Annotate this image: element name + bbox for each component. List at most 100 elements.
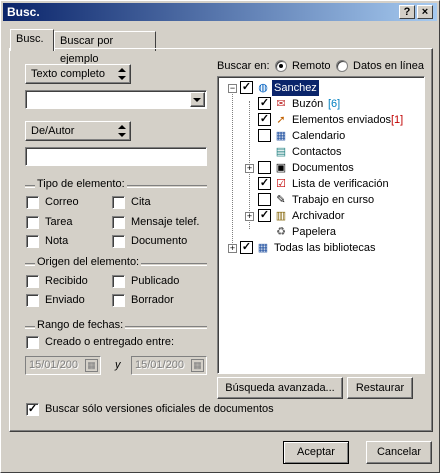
tree-item-mailbox[interactable]: ✓ ✉ Buzón [6] [218, 96, 422, 112]
text-input-dropdown-button[interactable] [190, 92, 205, 107]
tree-item-checklist[interactable]: ✓ ☑ Lista de verificación [218, 176, 422, 192]
checkbox-document[interactable] [112, 235, 125, 248]
checkbox-phone-message-label: Mensaje telef. [131, 216, 200, 228]
tree-item-sanchez[interactable]: − ✓ ◍ Sanchez [218, 80, 422, 96]
tree-item-label: Contactos [292, 146, 342, 158]
expand-icon[interactable]: + [245, 164, 254, 173]
globe-icon: ◍ [258, 82, 268, 94]
contacts-icon: ▤ [275, 146, 287, 158]
tree-item-label: Todas las bibliotecas [274, 242, 376, 254]
tree-item-contacts[interactable]: ▤ Contactos [218, 144, 422, 160]
tree-item-trash[interactable]: ♻ Papelera [218, 224, 422, 240]
unread-count: [6] [328, 98, 341, 110]
title-bar: Busc. ? × [3, 3, 437, 21]
folder-tree[interactable]: − ✓ ◍ Sanchez ✓ ✉ Buzón [6] ✓ ➚ Elemento… [217, 76, 425, 374]
checkbox-published[interactable] [112, 275, 125, 288]
tree-checkbox[interactable] [258, 129, 271, 142]
checkbox-note[interactable] [26, 235, 39, 248]
spin-down-icon [118, 76, 126, 80]
field-dropdown-value: Texto completo [31, 68, 105, 80]
radio-remote[interactable] [275, 60, 287, 72]
calendar-icon: ▦ [275, 130, 287, 142]
search-in-label: Buscar en: [217, 60, 270, 72]
cabinet-icon: ▥ [275, 210, 287, 222]
tree-item-label: Trabajo en curso [292, 194, 375, 206]
checkbox-task-label: Tarea [45, 216, 73, 228]
checkbox-draft-label: Borrador [131, 294, 174, 306]
restore-button[interactable]: Restaurar [347, 377, 413, 399]
tree-item-label: Documentos [292, 162, 354, 174]
cancel-button[interactable]: Cancelar [366, 441, 432, 464]
tree-item-label: Buzón [292, 98, 324, 110]
checkbox-received[interactable] [26, 275, 39, 288]
unread-count: [1] [391, 114, 404, 126]
tree-checkbox[interactable]: ✓ [258, 177, 271, 190]
checkbox-mail-label: Correo [45, 196, 79, 208]
calendar-picker-icon[interactable]: ▦ [85, 359, 98, 372]
checkbox-document-label: Documento [131, 235, 188, 247]
tree-item-label: Archivador [292, 210, 345, 222]
tree-checkbox[interactable]: ✓ [240, 81, 253, 94]
author-input[interactable] [25, 147, 207, 166]
to-date-value: 15/01/200 [135, 359, 184, 371]
from-date-value: 15/01/200 [29, 359, 78, 371]
radio-online-data[interactable] [336, 60, 348, 72]
work-in-progress-icon: ✎ [276, 194, 286, 206]
expand-icon[interactable]: + [245, 212, 254, 221]
tab-search[interactable]: Busc. [10, 29, 54, 51]
help-button[interactable]: ? [399, 5, 415, 19]
checkbox-official-versions[interactable]: ✓ [26, 403, 39, 416]
expand-icon[interactable]: + [228, 244, 237, 253]
close-button[interactable]: × [417, 5, 433, 19]
checkbox-created-between[interactable] [26, 336, 39, 349]
field-dropdown[interactable]: Texto completo [25, 64, 131, 84]
tree-item-label: Lista de verificación [292, 178, 389, 190]
tree-checkbox[interactable]: ✓ [258, 209, 271, 222]
from-date-field[interactable]: 15/01/200 ▦ [25, 356, 101, 375]
author-dropdown[interactable]: De/Autor [25, 121, 131, 141]
tree-item-label: Sanchez [272, 80, 319, 96]
tree-item-cabinet[interactable]: + ✓ ▥ Archivador [218, 208, 422, 224]
spin-up-icon [118, 125, 126, 129]
tree-checkbox[interactable]: ✓ [258, 97, 271, 110]
checkbox-appointment-label: Cita [131, 196, 151, 208]
collapse-icon[interactable]: − [228, 84, 237, 93]
chevron-down-icon [193, 98, 201, 102]
tree-checkbox[interactable]: ✓ [258, 113, 271, 126]
checkbox-sent[interactable] [26, 294, 39, 307]
radio-online-data-label: Datos en línea [353, 60, 424, 72]
checkbox-phone-message[interactable] [112, 216, 125, 229]
checkbox-note-label: Nota [45, 235, 69, 247]
element-origin-title: Origen del elemento: [35, 256, 142, 268]
tree-item-documents[interactable]: + ▣ Documentos [218, 160, 422, 176]
sent-items-icon: ➚ [276, 114, 286, 126]
checkbox-received-label: Recibido [45, 275, 88, 287]
spin-down-icon [118, 133, 126, 137]
checkbox-appointment[interactable] [112, 196, 125, 209]
tree-checkbox[interactable] [258, 161, 271, 174]
tree-item-all-libraries[interactable]: + ✓ ▦ Todas las bibliotecas [218, 240, 422, 256]
author-dropdown-value: De/Autor [31, 125, 75, 137]
checkbox-task[interactable] [26, 216, 39, 229]
tree-checkbox[interactable] [258, 193, 271, 206]
tree-item-sent-items[interactable]: ✓ ➚ Elementos enviados [1] [218, 112, 422, 128]
tree-item-label: Elementos enviados [292, 114, 392, 126]
tree-checkbox[interactable]: ✓ [240, 241, 253, 254]
tree-item-calendar[interactable]: ▦ Calendario [218, 128, 422, 144]
ok-button[interactable]: Aceptar [283, 441, 349, 464]
libraries-icon: ▦ [257, 242, 269, 254]
checkbox-draft[interactable] [112, 294, 125, 307]
trash-icon: ♻ [276, 226, 286, 238]
checkbox-official-versions-label: Buscar sólo versiones oficiales de docum… [45, 403, 274, 415]
search-dialog: Busc. ? × Busc. Buscar por ejemplo Texto… [0, 0, 440, 473]
advanced-search-button[interactable]: Búsqueda avanzada... [217, 377, 343, 399]
text-input[interactable] [25, 90, 207, 109]
checkbox-mail[interactable] [26, 196, 39, 209]
tree-item-work-in-progress[interactable]: ✎ Trabajo en curso [218, 192, 422, 208]
checkbox-sent-label: Enviado [45, 294, 85, 306]
calendar-picker-icon[interactable]: ▦ [191, 359, 204, 372]
radio-remote-label: Remoto [292, 60, 331, 72]
checklist-icon: ☑ [276, 178, 286, 190]
tree-item-label: Papelera [292, 226, 337, 238]
to-date-field[interactable]: 15/01/200 ▦ [131, 356, 207, 375]
